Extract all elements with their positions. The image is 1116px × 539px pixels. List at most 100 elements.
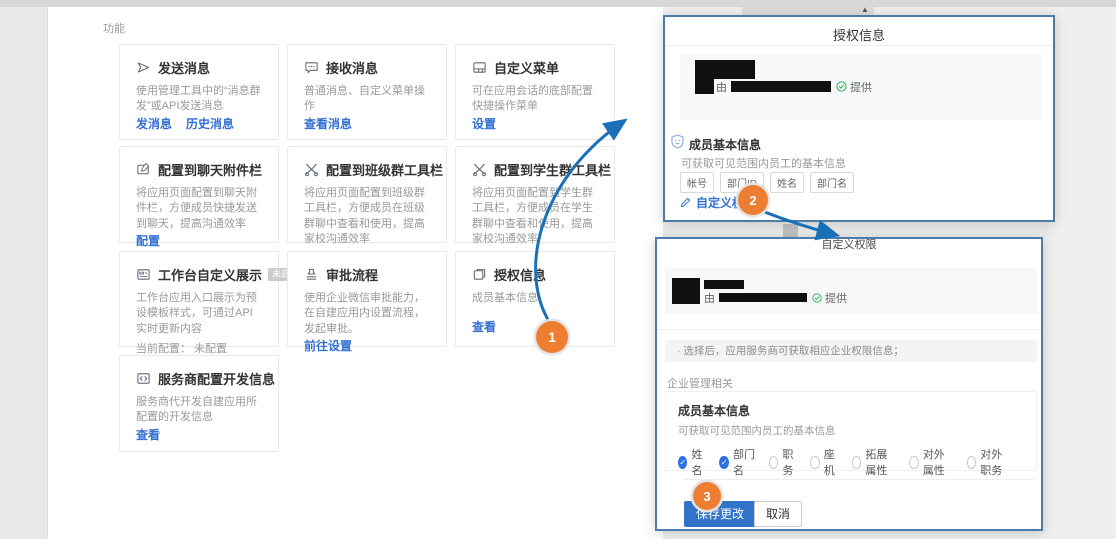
card-title: 自定义菜单 [494,58,559,77]
horizontal-scrollbar-track [663,224,1053,237]
provided-by-suffix: 提供 [825,290,847,306]
member-info-title: 成员基本信息 [689,136,761,153]
field-tag-row: 帐号 部门ID 姓名 部门名 [680,172,854,193]
card-desc: 成员基本信息 [472,291,598,306]
redacted-app-name [695,60,755,79]
link-view-dev-info[interactable]: 查看 [136,426,160,443]
link-view-message[interactable]: 查看消息 [304,115,352,132]
provided-by-line: 由 提供 [716,79,872,94]
group-label: 企业管理相关 [667,375,733,391]
footer-divider [684,479,1034,480]
card-title: 授权信息 [494,265,546,284]
pencil-icon [680,197,691,208]
card-desc: 将应用页面配置到班级群工具栏，方便成员在班级群聊中查看和使用，提高家校沟通效率 [304,186,430,248]
link-history-message[interactable]: 历史消息 [186,115,234,132]
card-title: 审批流程 [326,265,378,284]
card-title: 配置到聊天附件栏 [158,160,262,179]
checkbox-unchecked-icon [769,456,778,469]
provided-by-prefix: 由 [704,290,715,306]
verified-icon [836,81,847,92]
card-chat-attachment: 配置到聊天附件栏 将应用页面配置到聊天附件栏，方便成员快捷发送到聊天，提高沟通效… [119,146,279,243]
browser-top-strip [0,0,1116,7]
checkbox-landline[interactable]: 座机 [810,446,838,478]
checkbox-external-attr[interactable]: 对外属性 [909,446,953,478]
provided-by-suffix: 提供 [850,79,872,95]
card-approval-flow: 审批流程 使用企业微信审批能力，在自建应用内设置流程，发起审批。 前往设置 [287,251,447,347]
checkbox-department-name[interactable]: ✓部门名 [719,446,755,478]
card-custom-menu: 自定义菜单 可在应用会话的底部配置快捷操作菜单 设置 [455,44,615,140]
redacted-provider-name [731,81,831,92]
checkbox-unchecked-icon [909,456,919,469]
divider [657,329,1043,330]
custom-menu-icon [472,60,487,75]
card-status: 当前配置： 未配置 [136,340,262,356]
tag-name: 姓名 [770,172,804,193]
cancel-button[interactable]: 取消 [754,501,802,527]
card-title: 接收消息 [326,58,378,77]
step-1-marker: 1 [536,321,568,353]
card-title: 配置到班级群工具栏 [326,160,443,179]
member-info-panel: 成员基本信息 可获取可见范围内员工的基本信息 ✓姓名 ✓部门名 职务 座机 拓展… [665,391,1037,471]
tag-department-name: 部门名 [810,172,854,193]
permission-options-row: ✓姓名 ✓部门名 职务 座机 拓展属性 对外属性 对外职务 [678,446,1024,478]
redacted-app-name [704,280,744,289]
card-title: 配置到学生群工具栏 [494,160,611,179]
link-settings[interactable]: 设置 [472,115,496,132]
checkbox-unchecked-icon [967,456,977,469]
card-desc: 使用管理工具中的“消息群发”或API发送消息 [136,84,262,115]
app-provider-header: 由 提供 [680,54,1042,120]
horizontal-scrollbar-thumb[interactable] [783,224,798,237]
card-authorization-info: 授权信息 成员基本信息 查看 [455,251,615,347]
section-label: 功能 [103,20,125,36]
card-student-group-toolbar: 配置到学生群工具栏 将应用页面配置到学生群工具栏，方便成员在学生群聊中查看和使用… [455,146,615,243]
popup-title-divider [665,45,1053,46]
checkbox-name[interactable]: ✓姓名 [678,446,706,478]
checkbox-external-job[interactable]: 对外职务 [967,446,1011,478]
step-2-marker: 2 [738,185,768,215]
tag-account: 帐号 [680,172,714,193]
card-title: 发送消息 [158,58,210,77]
card-desc: 普通消息、自定义菜单操作 [304,84,430,115]
link-send-message[interactable]: 发消息 [136,115,172,132]
card-desc: 工作台应用入口展示为预设模板样式，可通过API实时更新内容 [136,291,262,337]
card-desc: 使用企业微信审批能力，在自建应用内设置流程，发起审批。 [304,291,430,337]
verified-icon [812,293,822,303]
card-receive-message: 接收消息 普通消息、自定义菜单操作 查看消息 [287,44,447,140]
checkbox-extended-attr[interactable]: 拓展属性 [852,446,896,478]
checkbox-job-title[interactable]: 职务 [769,446,797,478]
checkbox-checked-icon: ✓ [678,456,687,469]
screenshot-root: ▲ 功能 发送消息 使用管理工具中的“消息群发”或API发送消息 发消息历史消息… [0,0,1116,539]
redacted-provider-name [719,293,807,302]
link-view-authorization[interactable]: 查看 [472,318,496,335]
card-desc: 将应用页面配置到聊天附件栏，方便成员快捷发送到聊天，提高沟通效率 [136,186,262,232]
card-send-message: 发送消息 使用管理工具中的“消息群发”或API发送消息 发消息历史消息 [119,44,279,140]
link-configure[interactable]: 配置 [136,232,160,249]
save-changes-button[interactable]: 保存更改 [684,501,756,527]
card-workbench-display: 工作台自定义展示未启用 工作台应用入口展示为预设模板样式，可通过API实时更新内… [119,251,279,347]
checkbox-unchecked-icon [810,456,819,469]
redacted-avatar [672,278,700,304]
card-title: 服务商配置开发信息 [158,369,275,388]
send-icon [136,60,151,75]
class-toolbar-icon [304,162,319,177]
card-desc: 服务商代开发自建应用所配置的开发信息 [136,395,262,426]
redacted-avatar [695,79,714,94]
provided-by-prefix: 由 [716,79,727,95]
scroll-up-icon[interactable]: ▲ [861,5,869,14]
card-title: 工作台自定义展示 [158,265,262,284]
link-go-settings[interactable]: 前往设置 [304,337,352,354]
page-left-gutter [0,7,48,539]
authorization-icon [472,267,487,282]
card-desc: 将应用页面配置到学生群工具栏，方便成员在学生群聊中查看和使用，提高家校沟通效率 [472,186,598,248]
workbench-icon [136,267,151,282]
card-class-group-toolbar: 配置到班级群工具栏 将应用页面配置到班级群工具栏，方便成员在班级群聊中查看和使用… [287,146,447,243]
chat-attachment-icon [136,162,151,177]
card-provider-dev-info: 服务商配置开发信息 服务商代开发自建应用所配置的开发信息 查看 [119,355,279,452]
chat-bubble-icon [304,60,319,75]
member-info-desc: 可获取可见范围内员工的基本信息 [681,155,846,171]
app-provider-header: 由 提供 [665,268,1037,314]
permission-note: · 选择后，应用服务商可获取相应企业权限信息； [665,340,1037,362]
provided-by-line: 由 提供 [704,291,847,304]
member-info-title: 成员基本信息 [678,402,1024,419]
member-info-desc: 可获取可见范围内员工的基本信息 [678,423,1024,438]
